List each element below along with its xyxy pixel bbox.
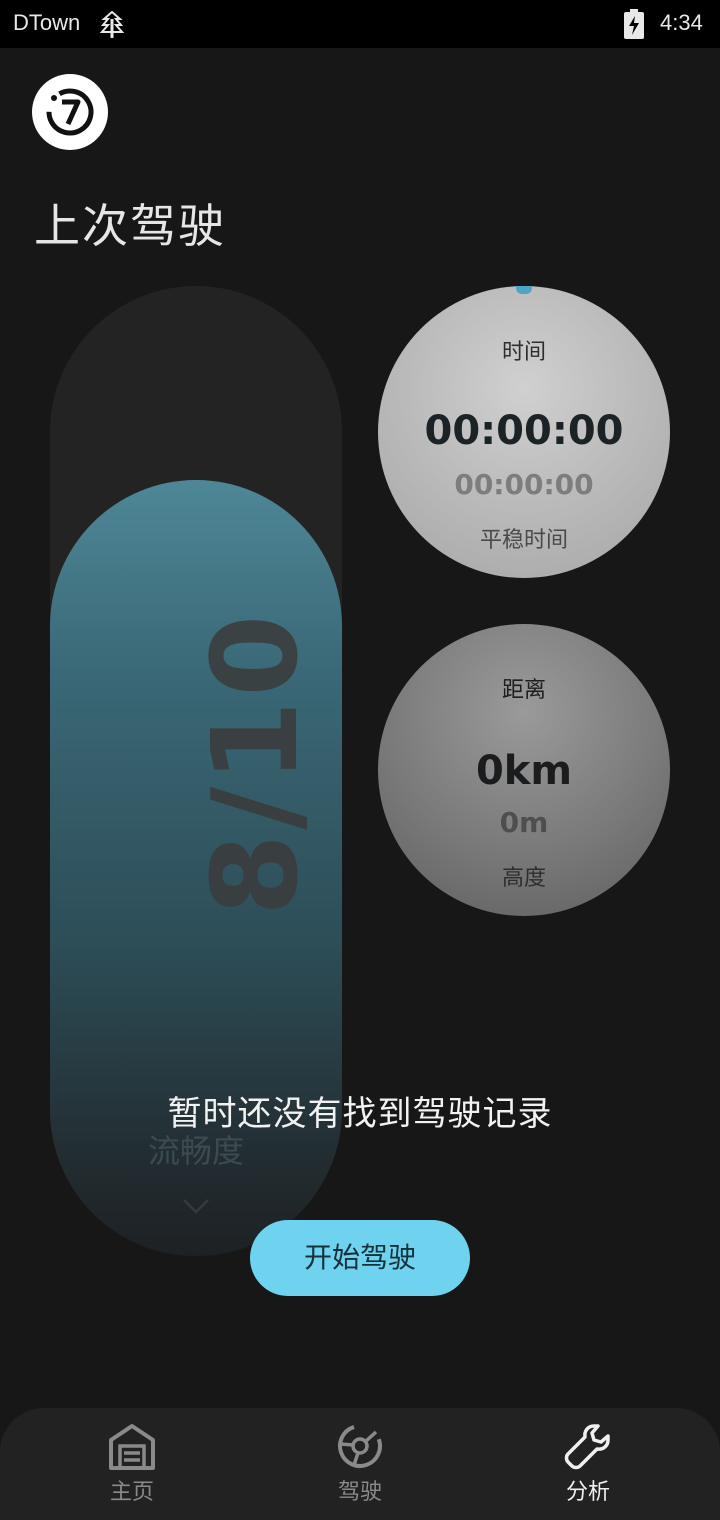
wrench-icon bbox=[564, 1424, 610, 1470]
nav-item-drive[interactable]: 驾驶 bbox=[240, 1408, 480, 1520]
nav-label-drive: 驾驶 bbox=[337, 1480, 382, 1505]
battery-charging-icon bbox=[624, 9, 644, 39]
app-logo[interactable] bbox=[32, 74, 108, 150]
start-driving-button[interactable]: 开始驾驶 bbox=[250, 1220, 470, 1296]
time-card-indicator bbox=[516, 286, 532, 294]
steering-wheel-icon bbox=[338, 1424, 382, 1468]
nav-label-analysis: 分析 bbox=[565, 1480, 610, 1505]
smooth-time-value: 00:00:00 bbox=[454, 468, 594, 501]
nav-item-analysis[interactable]: 分析 bbox=[468, 1408, 708, 1520]
empty-state-message: 暂时还没有找到驾驶记录 bbox=[167, 1094, 553, 1134]
nav-item-home[interactable]: 主页 bbox=[12, 1408, 252, 1520]
smooth-time-label: 平稳时间 bbox=[479, 528, 568, 553]
seven-logo-icon bbox=[46, 88, 94, 136]
status-bar: DTown 4:34 bbox=[0, 0, 720, 48]
altitude-label: 高度 bbox=[501, 866, 546, 891]
bottom-nav: 主页 驾驶 分析 bbox=[0, 1408, 720, 1520]
score-value: 8/10 bbox=[186, 610, 324, 916]
garage-icon bbox=[109, 1424, 155, 1470]
distance-label: 距离 bbox=[501, 678, 546, 703]
time-card[interactable]: 时间 00:00:00 00:00:00 平稳时间 bbox=[378, 286, 670, 578]
altitude-value: 0m bbox=[499, 806, 549, 839]
distance-value: 0km bbox=[475, 748, 573, 794]
distance-card[interactable]: 距离 0km 0m 高度 bbox=[378, 624, 670, 916]
chevron-down-icon[interactable] bbox=[182, 1196, 210, 1216]
nav-label-home: 主页 bbox=[109, 1480, 154, 1505]
status-time: 4:34 bbox=[660, 10, 703, 35]
status-app-name: DTown bbox=[13, 10, 81, 35]
screen: DTown 4:34 上次驾驶 8/10 流畅度 时间 00:00:00 00:… bbox=[0, 0, 720, 1520]
page-title: 上次驾驶 bbox=[34, 199, 226, 253]
time-label: 时间 bbox=[501, 340, 546, 365]
time-value: 00:00:00 bbox=[424, 408, 624, 454]
tree-icon bbox=[100, 11, 124, 38]
